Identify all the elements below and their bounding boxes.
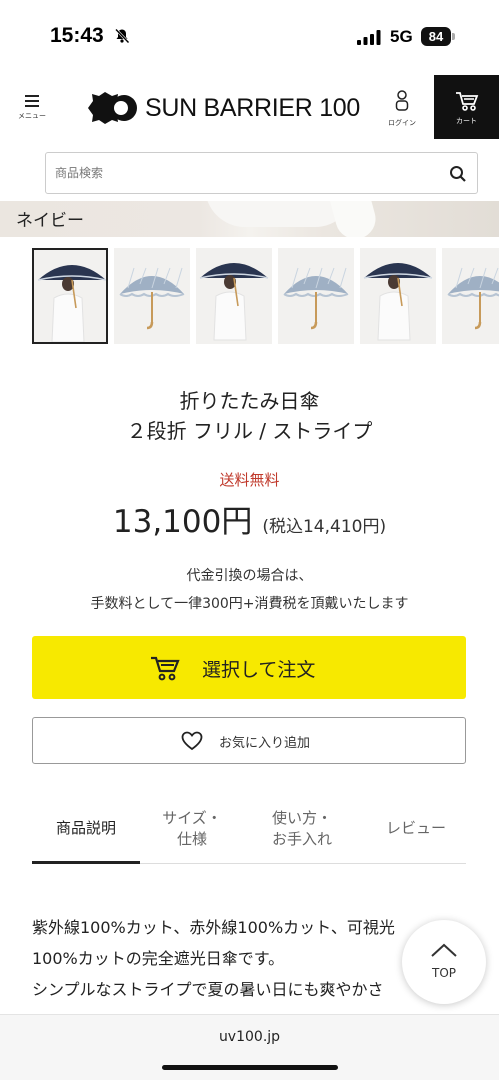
product-title: 折りたたみ日傘 ２段折 フリル / ストライプ [0, 386, 499, 446]
add-favorite-label: お気に入り追加 [219, 736, 311, 751]
free-shipping-label: 送料無料 [219, 471, 280, 489]
tab-size-spec[interactable]: サイズ・ 仕様 [146, 798, 238, 864]
site-header: メニュー SUN BARRIER 100 ログイン カート [0, 72, 499, 142]
product-thumbnail[interactable] [114, 248, 190, 344]
cod-notice-line1: 代金引換の場合は、 [186, 568, 313, 584]
product-thumbnail[interactable] [196, 248, 272, 344]
tab-description[interactable]: 商品説明 [32, 798, 140, 864]
battery-tip [452, 33, 455, 40]
back-to-top-button[interactable]: TOP [402, 920, 486, 1004]
cart-button[interactable]: カート [434, 75, 499, 139]
tab-label: 仕様 [176, 830, 207, 848]
cod-notice-line2: 手数料として一律300円+消費税を頂戴いたします [90, 596, 409, 612]
status-time: 15:43 [50, 24, 104, 47]
product-title-line2: ２段折 フリル / ストライプ [126, 419, 373, 443]
product-tabs: 商品説明 サイズ・ 仕様 使い方・ お手入れ レビュー [32, 798, 466, 864]
logo-mark-icon [88, 92, 137, 124]
back-to-top-label: TOP [431, 966, 456, 980]
product-main-image: ネイビー [0, 201, 499, 237]
login-label: ログイン [388, 119, 416, 127]
product-title-line1: 折りたたみ日傘 [179, 389, 320, 413]
tab-review[interactable]: レビュー [366, 798, 466, 864]
chevron-up-icon [431, 943, 457, 957]
heart-icon [181, 731, 203, 751]
order-button[interactable]: 選択して注文 [32, 636, 466, 699]
search-bar [45, 152, 478, 194]
cart-icon [455, 92, 478, 111]
tab-label: 使い方・ [271, 809, 332, 827]
add-favorite-button[interactable]: お気に入り追加 [32, 717, 466, 764]
browser-bottom-bar: uv100.jp [0, 1014, 499, 1080]
status-bar: 15:43 5G 84 [0, 0, 499, 72]
user-icon [395, 90, 409, 111]
home-indicator [162, 1065, 338, 1070]
site-logo[interactable]: SUN BARRIER 100 [88, 90, 360, 126]
menu-button[interactable]: メニュー [10, 92, 54, 132]
price-row: 13,100円 (税込14,410円) [0, 496, 499, 541]
search-input[interactable] [53, 163, 433, 183]
tab-label: サイズ・ [162, 809, 222, 827]
tab-usage-care[interactable]: 使い方・ お手入れ [254, 798, 350, 864]
cart-icon [151, 656, 180, 681]
tab-label: レビュー [385, 819, 446, 837]
product-thumbnail[interactable] [442, 248, 499, 344]
product-thumbnail[interactable] [278, 248, 354, 344]
bell-muted-icon [114, 28, 130, 48]
signal-icon [357, 30, 383, 49]
network-type: 5G [390, 27, 413, 46]
search-icon[interactable] [449, 165, 467, 187]
price: 13,100円 [112, 504, 253, 540]
tab-label: お手入れ [271, 830, 332, 848]
thumbnail-strip [32, 248, 499, 344]
hero-shirt-shape [329, 201, 381, 237]
address-bar-url[interactable]: uv100.jp [0, 1029, 499, 1045]
color-label: ネイビー [16, 211, 84, 231]
logo-text: SUN BARRIER 100 [145, 93, 361, 122]
tab-label: 商品説明 [55, 819, 116, 837]
hamburger-icon [25, 95, 39, 107]
price-tax-included: (税込14,410円) [262, 517, 387, 537]
cart-label: カート [456, 117, 477, 125]
battery-icon: 84 [421, 27, 451, 46]
cod-notice: 代金引換の場合は、 手数料として一律300円+消費税を頂戴いたします [0, 562, 499, 618]
product-thumbnail[interactable] [32, 248, 108, 344]
order-button-label: 選択して注文 [202, 659, 316, 681]
menu-label: メニュー [18, 112, 46, 120]
product-thumbnail[interactable] [360, 248, 436, 344]
login-button[interactable]: ログイン [382, 90, 422, 134]
